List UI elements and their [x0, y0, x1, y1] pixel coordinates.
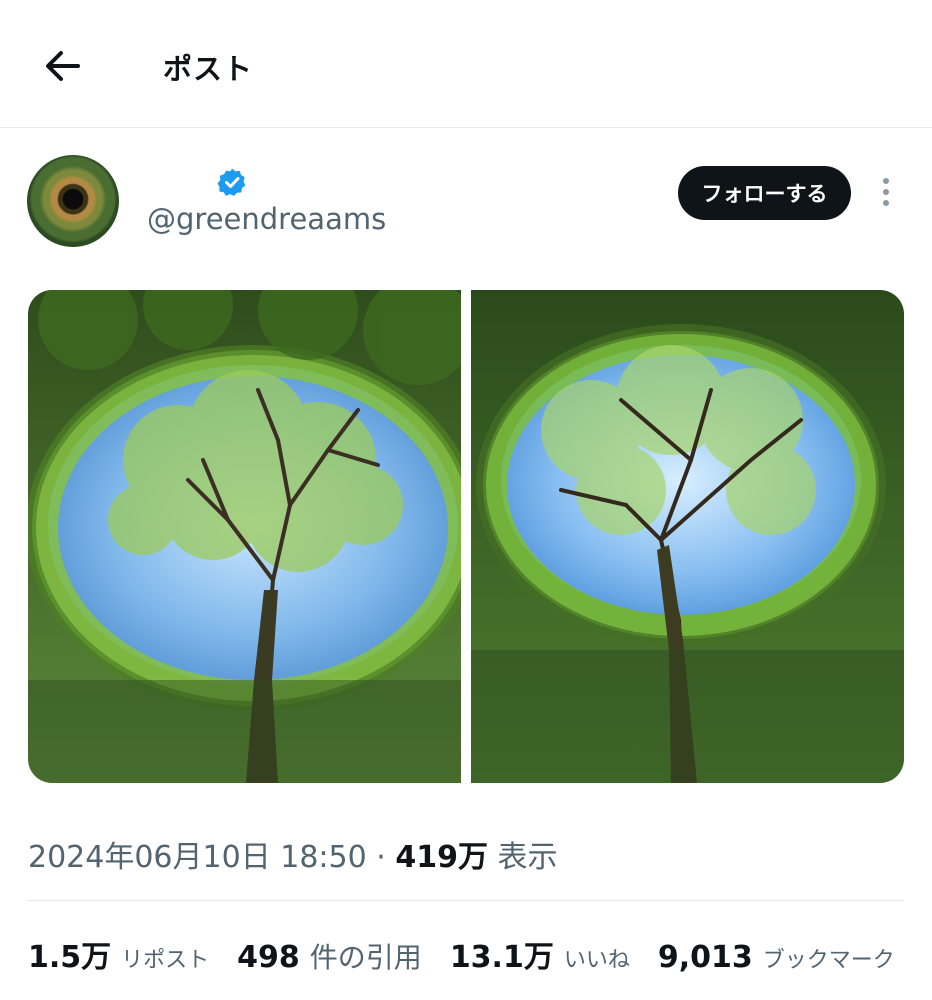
likes-label: いいね — [563, 948, 630, 973]
post-media — [28, 290, 904, 783]
meta-separator: · — [376, 840, 386, 875]
reposts-count: 1.5万 — [28, 940, 112, 975]
post-timestamp[interactable]: 2024年06月10日 18:50 — [28, 840, 367, 875]
arrow-left-icon — [46, 51, 80, 81]
page-title: ポスト — [163, 52, 254, 86]
more-vertical-icon[interactable] — [870, 174, 902, 210]
divider — [28, 900, 904, 901]
tree-in-vine-well-photo-1[interactable] — [28, 290, 461, 783]
likes-stat[interactable]: 13.1万 いいね — [450, 932, 630, 976]
quotes-count: 498 — [237, 940, 300, 975]
back-button[interactable] — [30, 36, 94, 96]
views-label: 表示 — [497, 840, 558, 875]
bookmarks-stat[interactable]: 9,013 ブックマーク — [658, 940, 895, 975]
post-meta: 2024年06月10日 18:50 · 419万 表示 — [28, 832, 558, 876]
author-row: @greendreaams フォローする — [0, 128, 932, 278]
avatar[interactable] — [27, 155, 119, 247]
engagement-stats: 1.5万 リポスト 498 件の引用 13.1万 いいね 9,013 ブックマー… — [28, 932, 923, 976]
quotes-label: 件の引用 — [309, 941, 422, 974]
bookmarks-label: ブックマーク — [762, 948, 895, 973]
reposts-stat[interactable]: 1.5万 リポスト — [28, 932, 209, 976]
top-bar: ポスト — [0, 0, 932, 128]
follow-button[interactable]: フォローする — [678, 166, 851, 220]
author-handle[interactable]: @greendreaams — [147, 202, 386, 236]
quotes-stat[interactable]: 498 件の引用 — [237, 936, 422, 976]
bookmarks-count: 9,013 — [657, 940, 753, 975]
tree-in-vine-well-photo-2[interactable] — [471, 290, 904, 783]
views-count: 419万 — [395, 840, 488, 875]
likes-count: 13.1万 — [449, 940, 554, 975]
reposts-label: リポスト — [121, 948, 210, 973]
verified-check-icon — [217, 168, 246, 196]
